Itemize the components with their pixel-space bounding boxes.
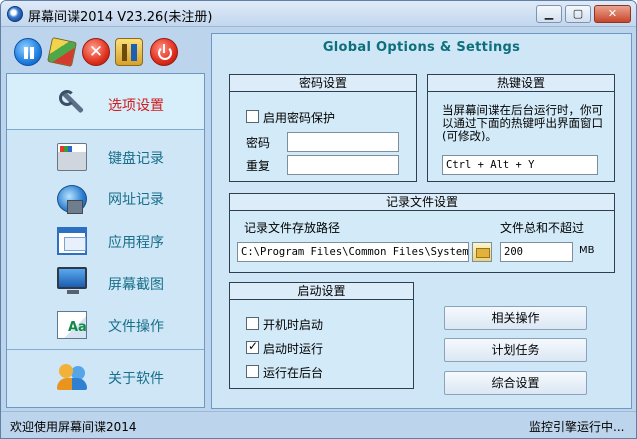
startup-settings-group: 启动设置 开机时启动 启动时运行 运行在后台: [229, 282, 414, 389]
scheduled-tasks-button[interactable]: 计划任务: [444, 338, 587, 362]
size-limit-field[interactable]: 200: [500, 242, 573, 262]
status-bar: 欢迎使用屏幕间谍2014 监控引擎运行中...: [1, 411, 636, 438]
run-in-background-checkbox[interactable]: [246, 365, 259, 378]
sidebar-item-label: 键盘记录: [108, 151, 164, 167]
users-icon: [57, 362, 87, 390]
clear-records-icon[interactable]: [47, 37, 77, 67]
start-on-boot-label: 开机时启动: [263, 318, 324, 332]
sidebar-item-label: 应用程序: [108, 235, 164, 251]
password-protect-checkbox[interactable]: [246, 110, 259, 123]
log-path-field[interactable]: C:\Program Files\Common Files\System32: [237, 242, 469, 262]
group-header: 启动设置: [230, 283, 413, 300]
tools-icon[interactable]: [115, 38, 143, 66]
sidebar-item-about[interactable]: 关于软件: [7, 358, 204, 398]
window-title: 屏幕间谍2014 V23.26(未注册): [28, 10, 213, 25]
monitor-icon: [57, 267, 87, 294]
log-path-label: 记录文件存放路径: [244, 221, 341, 235]
sidebar-item-label: 屏幕截图: [108, 277, 164, 293]
sidebar-item-options[interactable]: 选项设置: [7, 74, 204, 130]
delete-icon[interactable]: ✕: [82, 38, 110, 66]
sidebar-item-label: 文件操作: [108, 319, 164, 335]
password-field[interactable]: [287, 132, 399, 152]
group-header: 记录文件设置: [230, 194, 614, 211]
keyboard-icon: [57, 143, 87, 171]
password-label: 密码: [246, 136, 271, 150]
hotkey-settings-group: 热键设置 当屏幕间谍在后台运行时，你可以通过下面的热键呼出界面窗口(可修改)。 …: [427, 74, 615, 182]
power-icon[interactable]: [150, 38, 178, 66]
general-settings-button[interactable]: 综合设置: [444, 371, 587, 395]
sidebar-item-keyboard[interactable]: 键盘记录: [7, 137, 204, 177]
password-settings-group: 密码设置 启用密码保护 密码 重复: [229, 74, 417, 182]
sidebar-nav: 选项设置 键盘记录 网址记录 应用程序 屏幕截图 文件操作 关于软件: [6, 73, 205, 408]
title-bar: 屏幕间谍2014 V23.26(未注册) ▁ ▢ ✕: [1, 1, 636, 27]
app-logo-icon: [7, 6, 23, 22]
pause-icon[interactable]: [14, 38, 42, 66]
log-file-settings-group: 记录文件设置 记录文件存放路径 文件总和不超过 C:\Program Files…: [229, 193, 615, 273]
app-window-icon: [57, 227, 87, 255]
close-window-button[interactable]: ✕: [594, 5, 631, 23]
run-in-background-label: 运行在后台: [263, 366, 324, 380]
minimize-button[interactable]: ▁: [536, 5, 562, 23]
hotkey-description: 当屏幕间谍在后台运行时，你可以通过下面的热键呼出界面窗口(可修改)。: [442, 103, 603, 143]
repeat-password-label: 重复: [246, 159, 271, 173]
settings-panel: Global Options & Settings 密码设置 启用密码保护 密码…: [211, 33, 632, 409]
password-protect-label: 启用密码保护: [263, 111, 336, 125]
web-icon: [57, 185, 87, 214]
sidebar-item-label: 选项设置: [108, 98, 164, 114]
run-on-start-label: 启动时运行: [263, 342, 324, 356]
sidebar-divider: [7, 349, 204, 350]
sidebar-item-web[interactable]: 网址记录: [7, 179, 204, 219]
size-limit-label: 文件总和不超过: [500, 221, 585, 235]
repeat-password-field[interactable]: [287, 155, 399, 175]
welcome-status: 欢迎使用屏幕间谍2014: [10, 420, 137, 434]
hotkey-field[interactable]: Ctrl + Alt + Y: [442, 155, 598, 175]
sidebar-item-label: 关于软件: [108, 371, 164, 387]
file-icon: [57, 311, 87, 339]
sidebar-item-files[interactable]: 文件操作: [7, 305, 204, 345]
folder-icon[interactable]: [472, 242, 492, 262]
size-unit-label: MB: [579, 245, 595, 256]
sidebar-item-label: 网址记录: [108, 192, 164, 208]
maximize-button[interactable]: ▢: [565, 5, 591, 23]
related-actions-button[interactable]: 相关操作: [444, 306, 587, 330]
app-window: 屏幕间谍2014 V23.26(未注册) ▁ ▢ ✕ ✕ 选项设置 键盘记录 网…: [0, 0, 637, 439]
group-header: 密码设置: [230, 75, 416, 92]
start-on-boot-checkbox[interactable]: [246, 317, 259, 330]
run-on-start-checkbox[interactable]: [246, 339, 259, 354]
engine-status: 监控引擎运行中...: [529, 420, 625, 434]
group-header: 热键设置: [428, 75, 614, 92]
panel-title: Global Options & Settings: [322, 40, 521, 55]
settings-icon: [57, 88, 87, 116]
sidebar-item-apps[interactable]: 应用程序: [7, 221, 204, 261]
sidebar-item-screenshots[interactable]: 屏幕截图: [7, 263, 204, 303]
